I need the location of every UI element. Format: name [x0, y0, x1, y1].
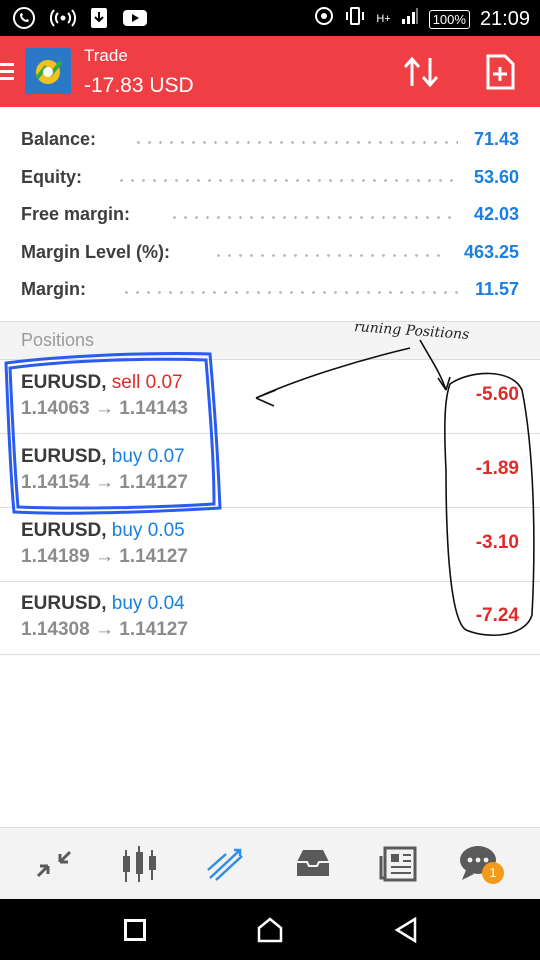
position-row[interactable]: EURUSD, sell 0.07 1.14063 → 1.14143 -5.6…	[0, 360, 540, 434]
sort-icon[interactable]	[400, 52, 444, 92]
arrow-icon: →	[94, 546, 114, 567]
equity-row: Equity: 53.60	[21, 159, 519, 195]
free-margin-value: 42.03	[473, 204, 519, 224]
hotspot-icon	[50, 7, 76, 34]
position-type: buy	[111, 593, 143, 614]
youtube-icon	[122, 8, 148, 33]
margin-label: Margin:	[21, 279, 86, 299]
position-profit: -7.24	[475, 605, 519, 626]
new-order-icon[interactable]	[480, 52, 520, 92]
position-symbol: EURUSD,	[21, 520, 107, 541]
current-price: 1.14143	[119, 398, 188, 419]
position-prices: 1.14154 → 1.14127	[21, 472, 188, 494]
position-prices: 1.14189 → 1.14127	[21, 546, 188, 568]
position-symbol: EURUSD,	[21, 446, 107, 467]
position-row[interactable]: EURUSD, buy 0.05 1.14189 → 1.14127 -3.10	[0, 508, 540, 582]
whatsapp-icon	[12, 6, 36, 35]
margin-level-value: 463.25	[463, 242, 519, 262]
position-title: EURUSD, buy 0.05	[21, 520, 185, 542]
history-icon[interactable]	[291, 842, 335, 886]
free-margin-label: Free margin:	[21, 204, 131, 224]
leader-dots	[133, 141, 458, 144]
equity-label: Equity:	[21, 167, 82, 187]
arrow-icon: →	[94, 619, 114, 640]
balance-label: Balance:	[21, 129, 97, 149]
position-profit: -3.10	[475, 532, 519, 553]
vibrate-icon	[344, 6, 366, 32]
position-volume: 0.05	[147, 520, 185, 541]
position-type: buy	[111, 446, 143, 467]
open-price: 1.14189	[21, 546, 90, 567]
clock: 21:09	[479, 7, 530, 30]
leader-dots	[116, 179, 461, 182]
current-price: 1.14127	[119, 619, 188, 640]
back-icon[interactable]	[393, 916, 419, 949]
open-price: 1.14154	[21, 472, 90, 493]
position-title: EURUSD, buy 0.04	[21, 593, 185, 615]
home-icon[interactable]	[256, 916, 284, 949]
current-price: 1.14127	[119, 472, 188, 493]
menu-icon[interactable]	[0, 63, 14, 84]
bottom-nav	[0, 827, 540, 900]
position-type: sell	[111, 372, 141, 393]
position-type: buy	[111, 520, 143, 541]
position-row[interactable]: EURUSD, buy 0.07 1.14154 → 1.14127 -1.89	[0, 434, 540, 508]
margin-value: 11.57	[474, 279, 519, 299]
download-icon	[90, 7, 108, 34]
position-symbol: EURUSD,	[21, 372, 107, 393]
total-profit: -17.83 USD	[84, 74, 194, 97]
position-profit: -5.60	[475, 384, 519, 405]
current-price: 1.14127	[119, 546, 188, 567]
status-bar: H+ 100% 21:09	[0, 0, 540, 36]
position-row[interactable]: EURUSD, buy 0.04 1.14308 → 1.14127 -7.24	[0, 581, 540, 655]
leader-dots	[121, 291, 461, 294]
position-title: EURUSD, buy 0.07	[21, 446, 185, 468]
arrow-icon: →	[94, 472, 114, 493]
position-volume: 0.07	[147, 446, 185, 467]
positions-title: Positions	[21, 330, 95, 350]
leader-dots	[213, 254, 443, 257]
app-bar: Trade -17.83 USD	[0, 36, 540, 107]
arrow-icon: →	[94, 398, 114, 419]
metatrader-logo	[25, 48, 71, 94]
open-price: 1.14063	[21, 398, 90, 419]
quotes-icon[interactable]	[32, 842, 76, 886]
balance-value: 71.43	[473, 129, 519, 149]
position-volume: 0.07	[145, 372, 183, 393]
equity-value: 53.60	[473, 167, 519, 187]
leader-dots	[169, 216, 459, 219]
battery-indicator: 100%	[428, 9, 470, 29]
network-type: H+	[376, 13, 391, 25]
page-title: Trade	[84, 46, 128, 65]
open-price: 1.14308	[21, 619, 90, 640]
margin-level-row: Margin Level (%): 463.25	[21, 234, 519, 270]
chart-icon[interactable]	[118, 842, 162, 886]
trade-icon[interactable]	[204, 842, 248, 886]
free-margin-row: Free margin: 42.03	[21, 196, 519, 232]
position-title: EURUSD, sell 0.07	[21, 372, 183, 394]
signal-icon	[401, 8, 419, 30]
margin-row: Margin: 11.57	[21, 271, 519, 307]
position-prices: 1.14308 → 1.14127	[21, 619, 188, 641]
balance-row: Balance: 71.43	[21, 121, 519, 157]
system-nav-bar	[0, 899, 540, 960]
nfc-icon	[314, 6, 334, 32]
position-prices: 1.14063 → 1.14143	[21, 398, 188, 420]
news-icon[interactable]	[377, 842, 421, 886]
position-symbol: EURUSD,	[21, 593, 107, 614]
margin-level-label: Margin Level (%):	[21, 242, 171, 262]
position-volume: 0.04	[147, 593, 185, 614]
chat-badge: 1	[482, 862, 504, 884]
recents-icon[interactable]	[124, 919, 146, 941]
position-profit: -1.89	[475, 458, 519, 479]
